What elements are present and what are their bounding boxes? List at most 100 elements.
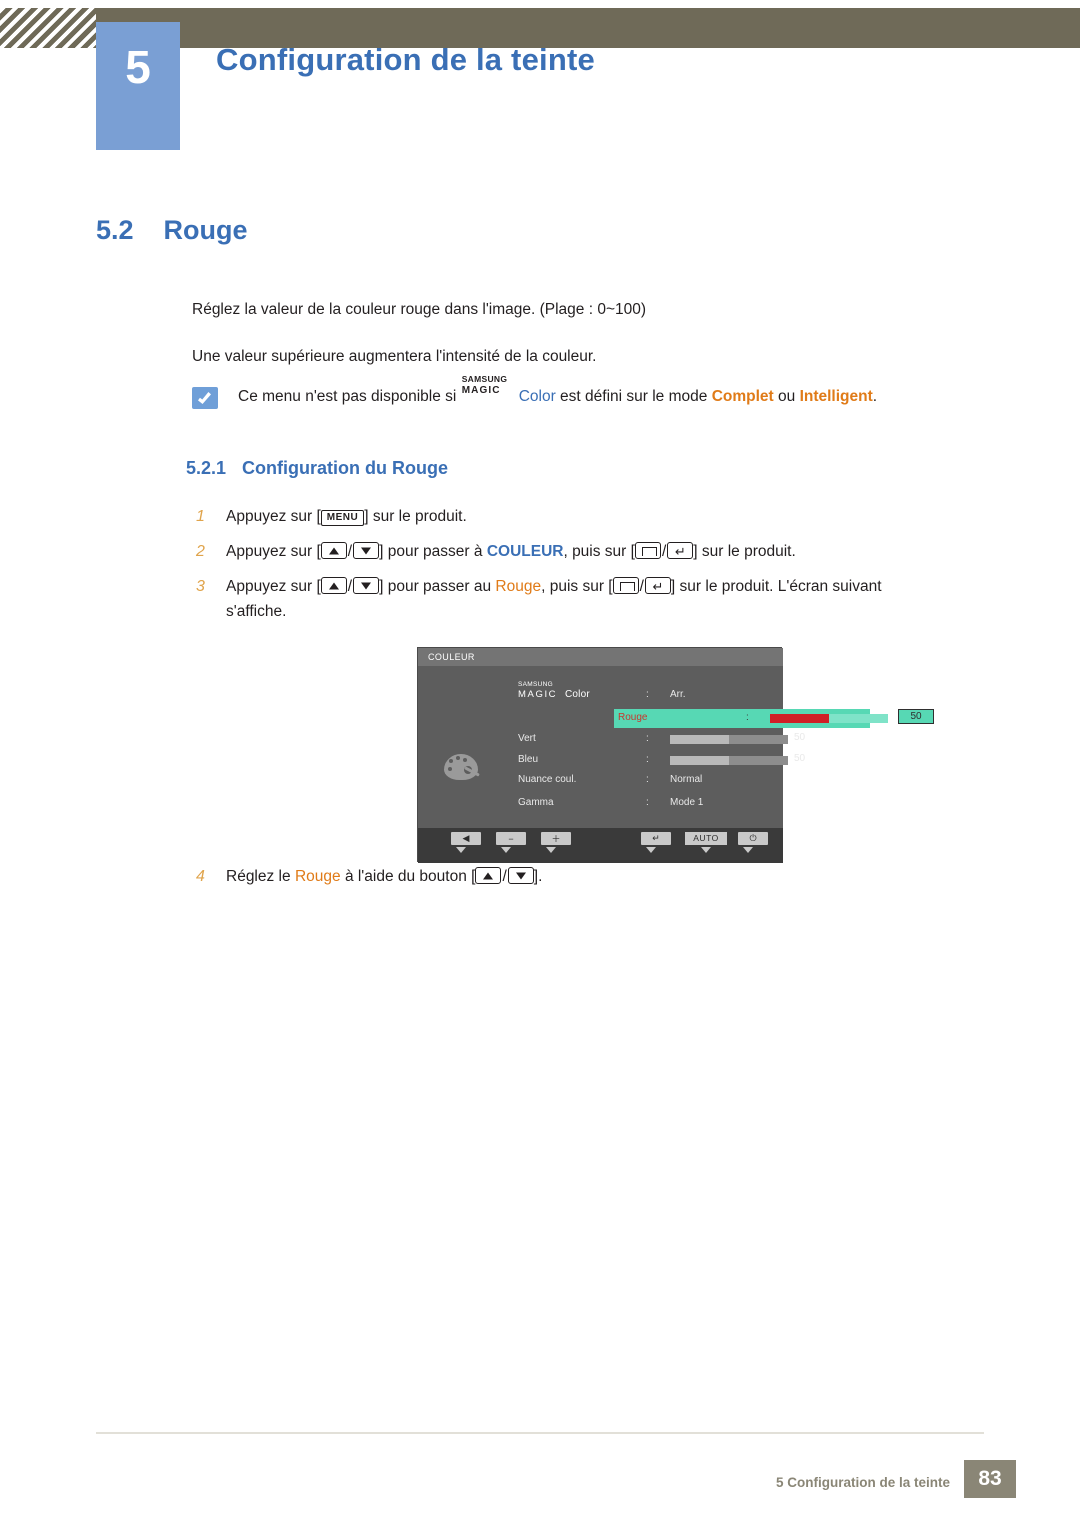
samsung-magic-logo: SAMSUNG MAGIC xyxy=(461,374,518,401)
osd-body: SAMSUNG MAGIC Color : Arr. Rouge : 50 Ve… xyxy=(418,666,934,828)
note-text: Ce menu n'est pas disponible si SAMSUNG … xyxy=(238,374,878,408)
osd-row-rouge-value: 50 xyxy=(898,709,934,724)
osd-row-nuance-value: Normal xyxy=(670,774,703,785)
osd-row-rouge-slider[interactable] xyxy=(770,714,888,723)
section-number: 5.2 xyxy=(96,215,134,245)
chapter-number-box: 5 xyxy=(96,22,180,150)
subsection-number: 5.2.1 xyxy=(186,458,227,478)
note-mode-complet: Complet xyxy=(711,388,774,405)
enter-button[interactable]: ↵ xyxy=(641,832,671,845)
osd-row-vert-value: 50 xyxy=(794,732,806,743)
arrow-down-key-icon xyxy=(353,542,380,559)
osd-row-gamma-label: Gamma xyxy=(518,797,554,808)
osd-row-rouge[interactable]: Rouge : 50 xyxy=(518,709,934,731)
step-3-text-d: ] sur le produit. L'écran suivant xyxy=(670,578,882,595)
osd-row-rouge-colon: : xyxy=(746,712,749,723)
enter-key-icon xyxy=(644,577,671,597)
footer-text: 5 Configuration de la teinte xyxy=(775,1475,950,1490)
plus-button-arrow-icon xyxy=(546,847,556,853)
note-text-end: . xyxy=(872,388,878,405)
arrow-up-key-icon xyxy=(320,542,347,559)
osd-row-bleu-slider[interactable] xyxy=(670,756,788,765)
osd-magic-color: Color xyxy=(565,689,590,700)
step-3-text-b: ] pour passer au xyxy=(379,578,492,595)
step-3-index: 3 xyxy=(196,578,205,595)
plus-button[interactable]: ＋ xyxy=(541,832,571,845)
minus-button[interactable]: − xyxy=(496,832,526,845)
step-1: 1 Appuyez sur [MENU] sur le produit. xyxy=(196,505,467,530)
note-conjunction: ou xyxy=(778,388,796,405)
step-2-text-c: , puis sur [ xyxy=(563,543,635,560)
intro-paragraph-1: Réglez la valeur de la couleur rouge dan… xyxy=(192,301,647,318)
source-button[interactable]: ◀ xyxy=(451,832,481,845)
step-3-text-a: Appuyez sur [ xyxy=(226,578,321,595)
chapter-number: 5 xyxy=(125,41,151,93)
osd-screenshot: COULEUR SAMSUNG MAGIC Color : Arr. Rouge… xyxy=(417,647,934,863)
osd-row-bleu-label: Bleu xyxy=(518,754,539,765)
note-block: Ce menu n'est pas disponible si SAMSUNG … xyxy=(192,374,992,409)
step-4: 4 Réglez le Rouge à l'aide du bouton [/]. xyxy=(196,865,542,890)
samsung-magic-magic: MAGIC xyxy=(461,385,501,396)
osd-row-vert-colon: : xyxy=(646,733,649,744)
header-hatch-decoration xyxy=(0,8,96,48)
step-4-text-c: ]. xyxy=(533,868,543,885)
osd-magic-logo: SAMSUNG MAGIC Color xyxy=(518,681,590,700)
step-3-text-e: s'affiche. xyxy=(226,602,287,620)
source-button-arrow-icon xyxy=(456,847,466,853)
subsection-title: Configuration du Rouge xyxy=(242,458,449,478)
note-mode-intelligent: Intelligent xyxy=(799,388,873,405)
step-1-text-a: Appuyez sur [ xyxy=(226,508,321,525)
arrow-down-key-icon xyxy=(353,577,380,594)
osd-magic-samsung: SAMSUNG xyxy=(518,681,553,688)
power-button[interactable]: ⏻ xyxy=(738,832,768,845)
step-2: 2 Appuyez sur [/] pour passer à COULEUR, … xyxy=(196,540,796,565)
minus-button-arrow-icon xyxy=(501,847,511,853)
arrow-down-key-icon xyxy=(507,867,534,884)
intro-paragraph-2: Une valeur supérieure augmentera l'inten… xyxy=(192,348,597,365)
step-4-target: Rouge xyxy=(294,868,341,885)
osd-row-rouge-label: Rouge xyxy=(618,712,648,723)
step-1-index: 1 xyxy=(196,508,205,525)
power-button-arrow-icon xyxy=(743,847,753,853)
osd-row-0-colon: : xyxy=(646,689,649,700)
enter-button-arrow-icon xyxy=(646,847,656,853)
page-title: Configuration de la teinte xyxy=(216,42,595,77)
source-key-icon xyxy=(634,542,661,559)
osd-row-nuance[interactable]: Nuance coul. : Normal xyxy=(518,773,768,792)
step-3-target: Rouge xyxy=(495,578,542,595)
section-title: Rouge xyxy=(163,215,248,245)
arrow-up-key-icon xyxy=(320,577,347,594)
osd-row-vert-slider[interactable] xyxy=(670,735,788,744)
osd-footer-bar: ◀ − ＋ ↵ AUTO ⏻ xyxy=(418,828,783,863)
power-button-glyph: ⏻ xyxy=(749,833,757,843)
auto-button-arrow-icon xyxy=(701,847,711,853)
samsung-magic-color: Color xyxy=(518,388,556,405)
step-4-text-b: à l'aide du bouton [ xyxy=(344,868,476,885)
osd-row-gamma-value: Mode 1 xyxy=(670,797,704,808)
osd-row-rouge-highlight[interactable]: Rouge : 50 xyxy=(614,709,934,728)
step-1-text-b: ] sur le produit. xyxy=(364,508,467,525)
step-3: 3 Appuyez sur [/] pour passer au Rouge, p… xyxy=(196,575,1016,624)
step-4-index: 4 xyxy=(196,868,205,885)
enter-button-glyph: ↵ xyxy=(652,833,660,843)
auto-button[interactable]: AUTO xyxy=(685,832,727,845)
osd-row-vert-label: Vert xyxy=(518,733,536,744)
osd-row-gamma-colon: : xyxy=(646,797,649,808)
source-button-glyph: ◀ xyxy=(462,833,470,843)
osd-row-magic-color[interactable]: SAMSUNG MAGIC Color : Arr. xyxy=(518,681,768,707)
step-2-target: COULEUR xyxy=(486,543,564,560)
note-text-before: Ce menu n'est pas disponible si xyxy=(238,388,457,405)
osd-row-vert[interactable]: Vert : 50 xyxy=(518,732,805,751)
osd-title: COULEUR xyxy=(418,648,783,666)
osd-row-bleu-value: 50 xyxy=(794,753,806,764)
osd-row-bleu-colon: : xyxy=(646,754,649,765)
osd-row-bleu[interactable]: Bleu : 50 xyxy=(518,753,805,772)
osd-row-gamma[interactable]: Gamma : Mode 1 xyxy=(518,796,768,815)
footer-divider xyxy=(96,1432,984,1434)
section-heading: 5.2 Rouge xyxy=(96,215,248,246)
menu-key-icon: MENU xyxy=(320,510,365,526)
check-note-icon xyxy=(192,387,218,409)
page-number: 83 xyxy=(964,1460,1016,1498)
step-2-text-d: ] sur le produit. xyxy=(693,543,796,560)
step-2-index: 2 xyxy=(196,543,205,560)
